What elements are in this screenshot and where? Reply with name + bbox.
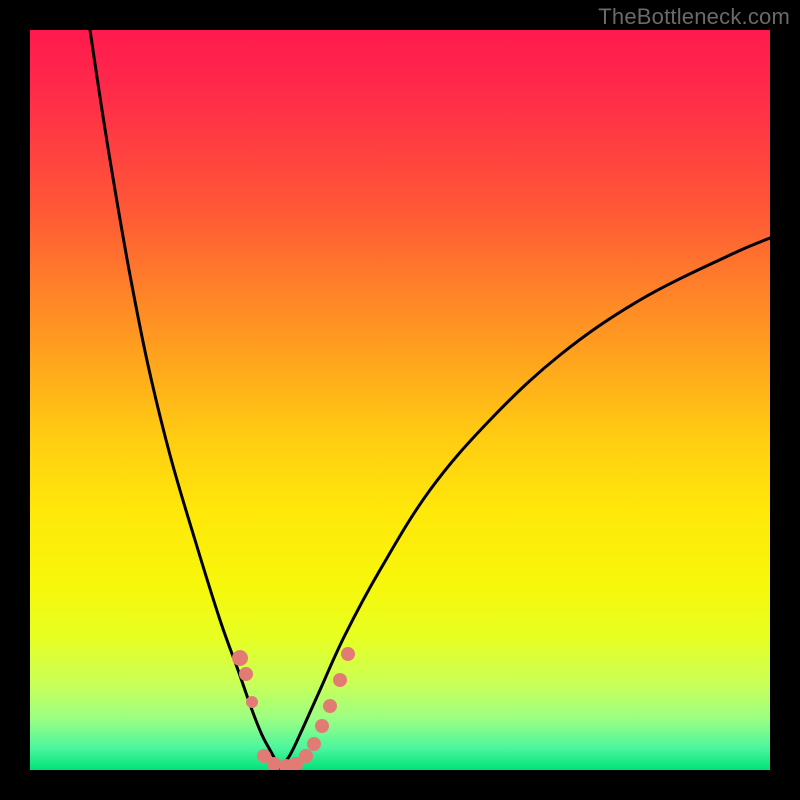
chart-frame: TheBottleneck.com [0, 0, 800, 800]
data-point [246, 696, 258, 708]
watermark-text: TheBottleneck.com [598, 4, 790, 30]
data-point [239, 667, 253, 681]
data-point [307, 737, 321, 751]
chart-svg [30, 30, 770, 770]
curve-right-branch [280, 238, 770, 768]
curve-left-branch [90, 30, 280, 768]
plot-area [30, 30, 770, 770]
data-point [315, 719, 329, 733]
data-point [341, 647, 355, 661]
data-point [323, 699, 337, 713]
data-point [299, 749, 313, 763]
data-point [333, 673, 347, 687]
data-point [232, 650, 248, 666]
